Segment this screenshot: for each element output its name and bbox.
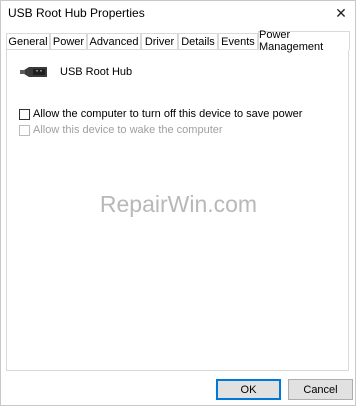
tab-details[interactable]: Details — [178, 33, 218, 49]
allow-wake-checkbox — [19, 124, 30, 136]
window-title: USB Root Hub Properties — [8, 6, 145, 20]
cancel-button[interactable]: Cancel — [288, 379, 353, 400]
tab-events[interactable]: Events — [218, 33, 258, 49]
tab-strip: General Power Advanced Driver Details Ev… — [6, 29, 350, 53]
tab-general[interactable]: General — [6, 33, 50, 49]
properties-dialog: USB Root Hub Properties ✕ General Power … — [0, 0, 356, 406]
allow-wake-label: Allow this device to wake the computer — [33, 124, 223, 136]
tab-power[interactable]: Power — [50, 33, 87, 49]
usb-plug-icon — [20, 67, 47, 77]
close-icon[interactable]: ✕ — [327, 1, 355, 25]
title-bar: USB Root Hub Properties ✕ — [1, 1, 355, 25]
device-name: USB Root Hub — [60, 66, 133, 78]
watermark-text: RepairWin.com — [99, 191, 258, 217]
ok-button[interactable]: OK — [216, 379, 281, 400]
tab-power-management[interactable]: Power Management — [258, 29, 350, 53]
tab-advanced[interactable]: Advanced — [87, 33, 141, 49]
allow-turn-off-label: Allow the computer to turn off this devi… — [33, 108, 303, 120]
allow-wake-option: Allow this device to wake the computer — [19, 124, 223, 136]
allow-turn-off-option[interactable]: Allow the computer to turn off this devi… — [19, 108, 302, 120]
power-management-panel: USB Root Hub Allow the computer to turn … — [6, 49, 349, 371]
allow-turn-off-checkbox[interactable] — [19, 108, 30, 120]
tab-driver[interactable]: Driver — [141, 33, 178, 49]
